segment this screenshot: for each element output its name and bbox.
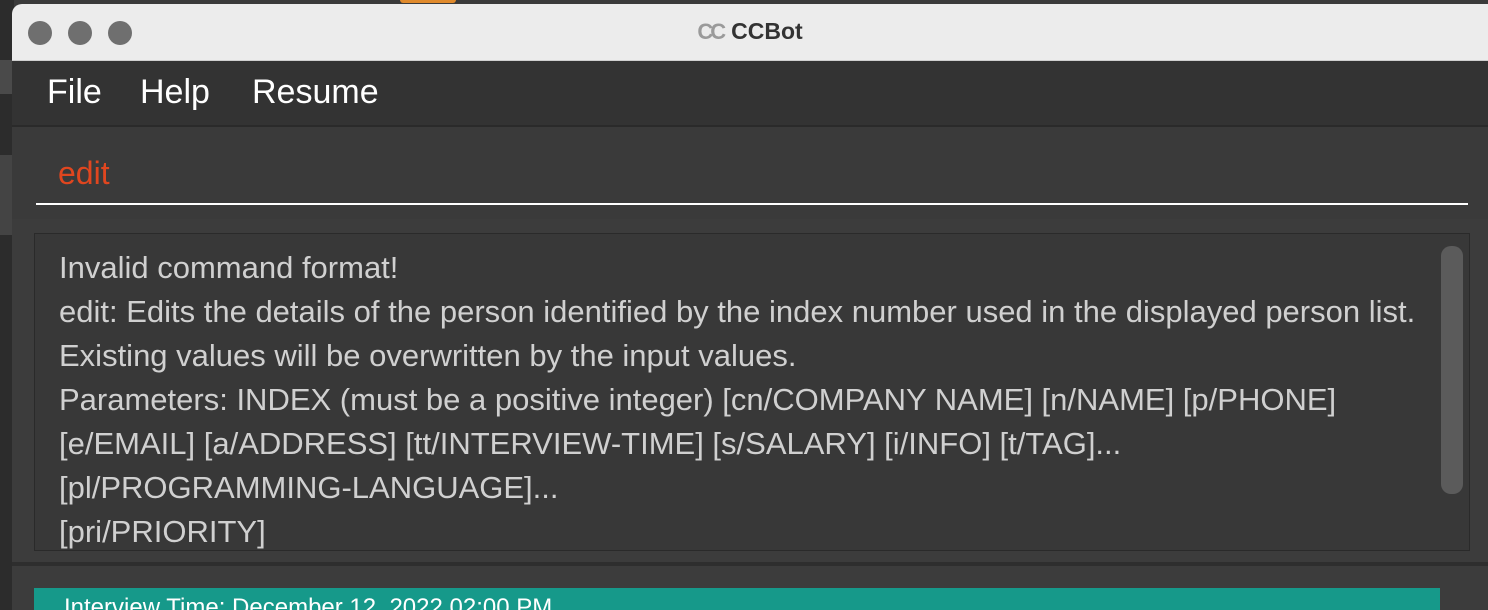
panel-divider [12, 562, 1488, 566]
menu-bar: File Help Resume [12, 61, 1488, 127]
person-card[interactable]: Interview Time: December 12, 2022 02:00 … [34, 588, 1440, 610]
app-logo-icon: CC [697, 19, 726, 44]
result-message: Invalid command format! edit: Edits the … [59, 250, 1416, 549]
menu-help[interactable]: Help [140, 73, 210, 112]
command-input[interactable] [36, 143, 1468, 205]
result-scrollbar[interactable] [1441, 246, 1463, 494]
result-display: Invalid command format! edit: Edits the … [34, 233, 1470, 551]
command-area [12, 127, 1488, 219]
window-title: CCBot [731, 18, 803, 44]
app-window: CCCCBot File Help Resume Invalid command… [12, 4, 1488, 610]
title-bar: CC CCBot [12, 4, 1488, 61]
scrollbar-thumb[interactable] [1441, 246, 1463, 494]
interview-time-label: Interview Time: December 12, 2022 02:00 … [64, 594, 553, 610]
window-title-group: CC CCBot [12, 18, 1488, 45]
menu-resume[interactable]: Resume [252, 73, 379, 112]
menu-file[interactable]: File [47, 73, 102, 112]
background-app-accent [400, 0, 456, 3]
